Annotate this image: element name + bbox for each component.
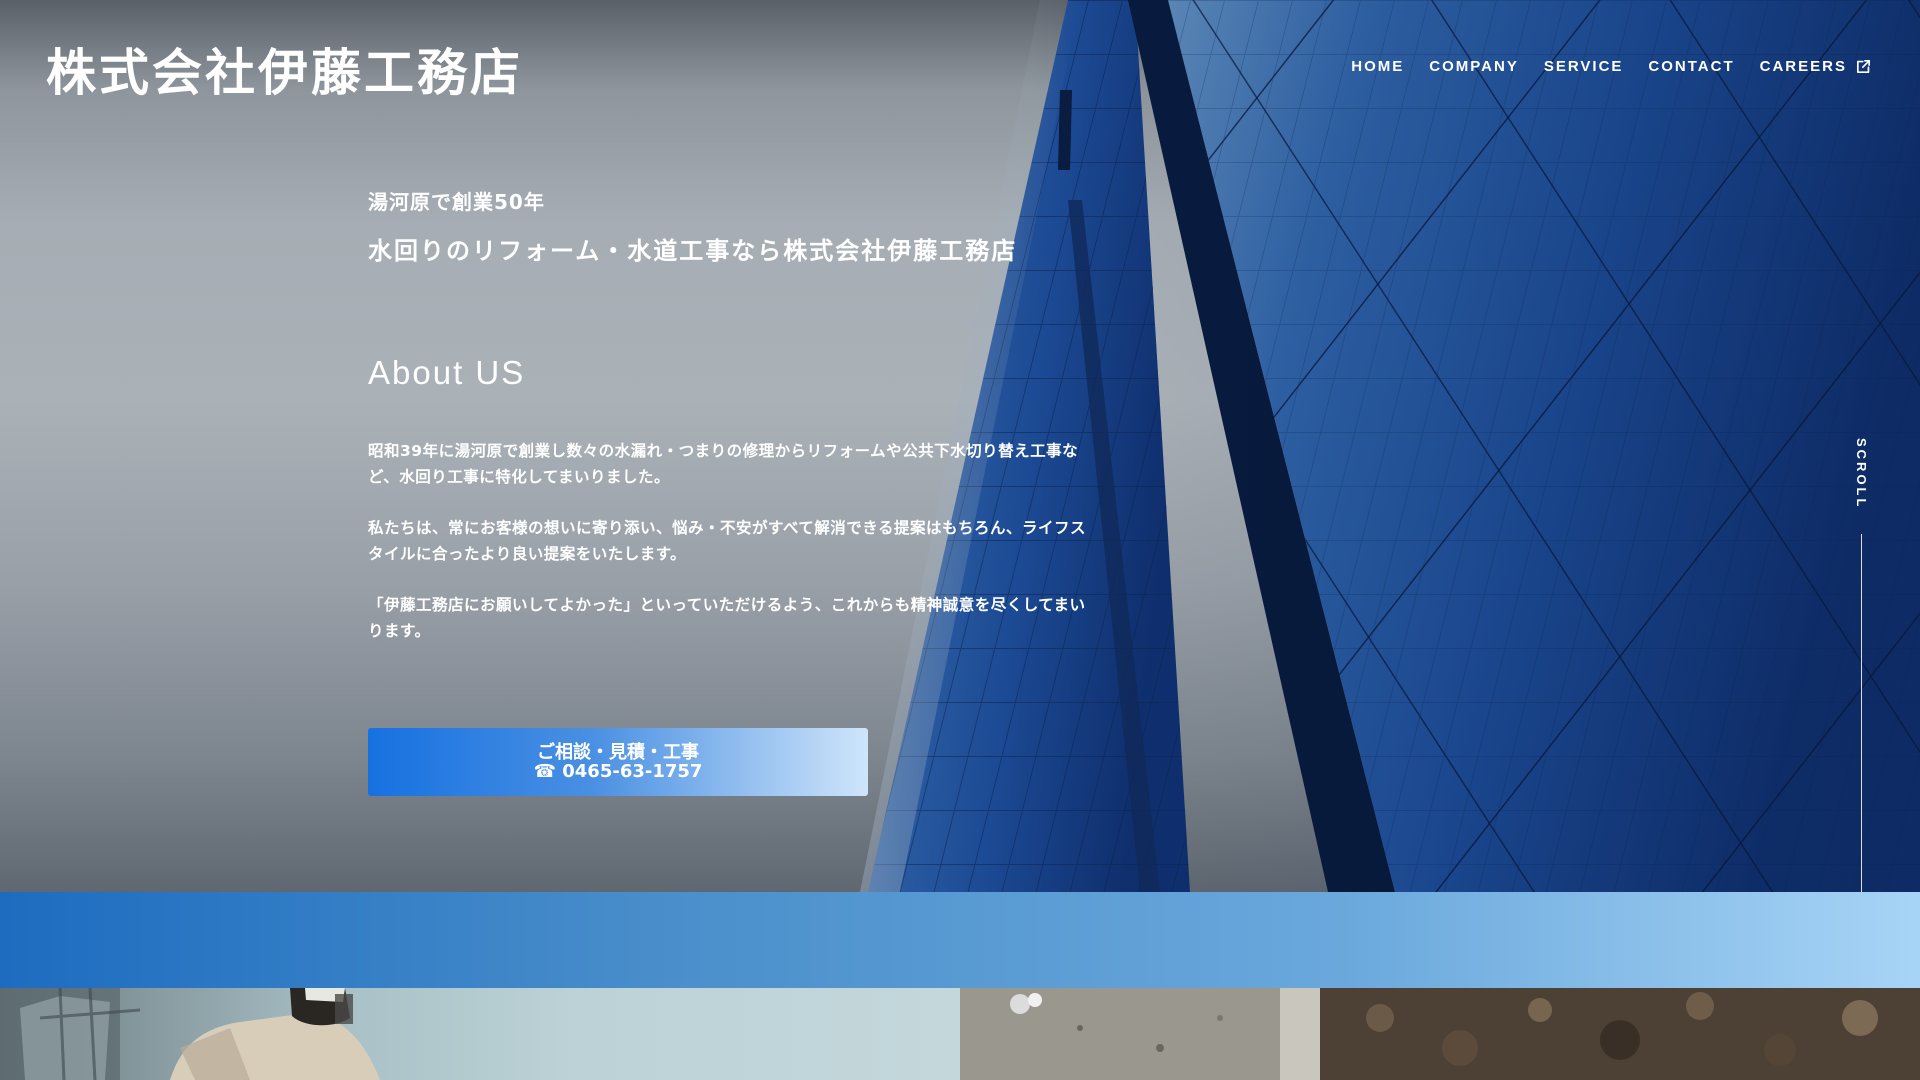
cta-line1: ご相談・見積・工事: [537, 742, 699, 763]
nav-home-label: HOME: [1351, 58, 1405, 75]
nav-service-label: SERVICE: [1543, 58, 1624, 75]
about-paragraph: 私たちは、常にお客様の想いに寄り添い、悩み・不安がすべて解消できる提案はもちろん…: [368, 519, 1086, 563]
nav-service[interactable]: SERVICE: [1544, 58, 1624, 75]
scroll-label: SCROLL: [1854, 438, 1869, 510]
site-logo[interactable]: 株式会社伊藤工務店: [46, 38, 523, 108]
nav-careers[interactable]: CAREERS: [1760, 58, 1872, 75]
worker-photo: [0, 988, 960, 1080]
contact-cta-button[interactable]: ご相談・見積・工事 ☎ 0465-63-1757: [368, 728, 868, 796]
scroll-indicator[interactable]: SCROLL: [1850, 438, 1874, 892]
excavation-photo: [960, 988, 1920, 1080]
page: 株式会社伊藤工務店 HOME COMPANY SERVICE CONTACT C…: [0, 0, 1920, 1080]
external-link-icon: [1856, 59, 1871, 74]
hero-section: 株式会社伊藤工務店 HOME COMPANY SERVICE CONTACT C…: [0, 0, 1920, 892]
worker-photo-art: [0, 988, 380, 1080]
scroll-line: [1861, 534, 1862, 892]
nav-contact[interactable]: CONTACT: [1648, 58, 1734, 75]
nav-careers-label: CAREERS: [1759, 58, 1847, 75]
excavation-photo-art: [960, 988, 1920, 1080]
about-text: 昭和39年に湯河原で創業し数々の水漏れ・つまりの修理からリフォームや公共下水切り…: [368, 438, 1108, 644]
blue-band: [0, 892, 1920, 988]
about-title: About US: [368, 354, 526, 391]
nav-company[interactable]: COMPANY: [1429, 58, 1519, 75]
about-paragraph: 「伊藤工務店にお願いしてよかった」といっていただけるよう、これからも精神誠意を尽…: [368, 596, 1086, 640]
hero-content: 湯河原で創業50年 水回りのリフォーム・水道工事なら株式会社伊藤工務店 Abou…: [368, 188, 1108, 669]
nav-contact-label: CONTACT: [1648, 58, 1735, 75]
about-paragraph: 昭和39年に湯河原で創業し数々の水漏れ・つまりの修理からリフォームや公共下水切り…: [368, 442, 1079, 486]
cta-phone: ☎ 0465-63-1757: [533, 761, 703, 782]
hero-headline: 水回りのリフォーム・水道工事なら株式会社伊藤工務店: [368, 237, 1018, 265]
main-nav: HOME COMPANY SERVICE CONTACT CAREERS: [1351, 58, 1872, 75]
nav-home[interactable]: HOME: [1351, 58, 1404, 75]
hero-subtitle: 湯河原で創業50年: [368, 190, 545, 214]
nav-company-label: COMPANY: [1429, 58, 1519, 75]
